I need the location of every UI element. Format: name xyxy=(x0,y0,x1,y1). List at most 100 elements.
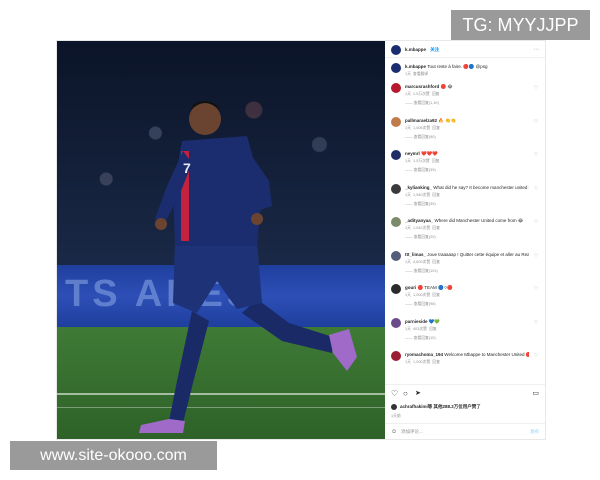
action-bar: ♡ ○ ➤ ▭ xyxy=(391,389,539,399)
divider xyxy=(385,384,545,385)
reply-link[interactable]: 回复 xyxy=(432,226,440,230)
comment-text: Welcome Mbappe to Manchester United 🔴 #N… xyxy=(444,352,529,357)
translate-link[interactable]: 查看翻译 xyxy=(413,72,428,76)
post-time: 1天前 xyxy=(391,414,401,418)
comment-item: gouri 🔴 TEAM 🔵⚪🔴 ♡ 1天 1,000次赞 回复 —— 查看回复(98… xyxy=(391,284,539,314)
reply-link[interactable]: 回复 xyxy=(432,293,440,297)
follow-button[interactable]: 关注 xyxy=(430,47,439,52)
comment-username[interactable]: _kylianking_ xyxy=(405,185,432,190)
comment-username[interactable]: neymrl xyxy=(405,151,420,156)
caption-username[interactable]: k.mbappe xyxy=(405,64,426,69)
comment-likes: 1,005次赞 xyxy=(413,125,431,130)
comment-username[interactable]: gouri xyxy=(405,285,416,290)
view-replies-link[interactable]: —— 查看回复(1,1K) xyxy=(405,101,439,106)
comment-like-icon[interactable]: ♡ xyxy=(533,119,539,125)
comment-text: Joue traaaaap ! Quitter cette équipe et … xyxy=(427,251,529,257)
comment-text: What did he say? It become manchester un… xyxy=(433,184,529,190)
jersey-number: 7 xyxy=(183,160,191,176)
comment-like-icon[interactable]: ♡ xyxy=(533,253,539,259)
view-replies-link[interactable]: —— 查看回复(90) xyxy=(405,135,436,140)
liked-by-text[interactable]: achrafhakimi等 其他288.2万位用户赞了 xyxy=(400,404,529,410)
comment-like-icon[interactable]: ♡ xyxy=(533,353,539,359)
comments-panel: k.mbappe 关注 ⋯ k.mbappe Tout reste à fair… xyxy=(385,41,545,439)
avatar[interactable] xyxy=(391,116,401,127)
comment-username[interactable]: _adityanyaa_ xyxy=(405,218,433,223)
avatar[interactable] xyxy=(391,317,401,328)
avatar[interactable] xyxy=(391,45,401,55)
avatar[interactable] xyxy=(391,217,401,227)
comment-like-icon[interactable]: ♡ xyxy=(533,286,539,292)
post-photo[interactable]: TS ARES 7 xyxy=(57,41,385,439)
comment-like-icon[interactable]: ♡ xyxy=(533,320,539,326)
more-options-icon[interactable]: ⋯ xyxy=(533,47,539,53)
reply-link[interactable]: 回复 xyxy=(432,159,440,163)
comment-username[interactable]: marcusrashford xyxy=(405,84,439,89)
comment-item: _kylianking_ What did he say? It become … xyxy=(391,183,539,214)
caption-time: 1天 xyxy=(405,72,411,76)
avatar[interactable] xyxy=(391,284,401,294)
likes-summary: achrafhakimi等 其他288.2万位用户赞了 xyxy=(391,404,539,412)
avatar[interactable] xyxy=(391,63,401,73)
avatar xyxy=(391,404,397,410)
view-replies-link[interactable]: —— 查看回复(20) xyxy=(405,235,436,240)
reply-link[interactable]: 回复 xyxy=(432,360,440,364)
comment-bubble-icon[interactable]: ○ xyxy=(403,389,408,399)
comment-time: 1天 xyxy=(405,159,411,163)
comment-username[interactable]: ttt_limas_ xyxy=(405,252,426,257)
comment-username[interactable]: parnieside xyxy=(405,319,428,324)
avatar[interactable] xyxy=(391,351,401,361)
comment-text: 🔴 😂 xyxy=(440,84,453,89)
view-replies-link[interactable]: —— 查看回复(101) xyxy=(405,269,438,274)
comment-text: Where did Manchester United come from 😂 xyxy=(434,218,524,223)
player-figure: 7 xyxy=(139,101,357,433)
comment-like-icon[interactable]: ♡ xyxy=(533,219,539,225)
reply-link[interactable]: 回复 xyxy=(432,92,440,96)
post-comment-button[interactable]: 发布 xyxy=(530,428,539,436)
comment-likes: 4,602次赞 xyxy=(413,259,431,264)
comment-composer: ☺ 添加评论... 发布 xyxy=(391,428,539,436)
comment-like-icon[interactable]: ♡ xyxy=(533,85,539,91)
reply-link[interactable]: 回复 xyxy=(429,327,437,331)
like-heart-icon[interactable]: ♡ xyxy=(391,389,398,399)
comment-likes: 1.5万次赞 xyxy=(413,159,430,163)
comment-likes: 1,000次赞 xyxy=(413,360,431,364)
author-username[interactable]: k.mbappe xyxy=(405,47,426,52)
caption-text: Tout reste à faire. 🔴🔵 @psg xyxy=(427,64,488,69)
comment-time: 1天 xyxy=(405,125,411,130)
comment-like-icon[interactable]: ♡ xyxy=(533,152,539,158)
comment-time: 1天 xyxy=(405,92,411,96)
comment-username[interactable]: pallmaraelza92 xyxy=(405,118,437,123)
emoji-icon[interactable]: ☺ xyxy=(391,428,397,436)
caption: k.mbappe Tout reste à faire. 🔴🔵 @psg 1天 … xyxy=(391,63,539,81)
comment-time: 1天 xyxy=(405,326,411,331)
add-comment-input[interactable]: 添加评论... xyxy=(401,428,423,436)
reply-link[interactable]: 回复 xyxy=(432,260,440,264)
avatar[interactable] xyxy=(391,150,401,160)
bookmark-icon[interactable]: ▭ xyxy=(532,389,539,399)
comment-item: pallmaraelza92 🔥 👏👏 ♡ 1天 1,005次赞 回复 —— 查看回复… xyxy=(391,116,539,147)
avatar[interactable] xyxy=(391,250,401,261)
comment-likes: 1,540次赞 xyxy=(413,192,431,197)
comment-time: 1天 xyxy=(405,192,411,197)
comment-item: ttt_limas_ Joue traaaaap ! Quitter cette… xyxy=(391,250,539,281)
comment-likes: 1,000次赞 xyxy=(413,293,431,297)
share-send-icon[interactable]: ➤ xyxy=(415,389,421,399)
comment-likes: 1,042次赞 xyxy=(413,226,431,230)
comment-username[interactable]: ryomachoma_194 xyxy=(405,352,443,357)
comment-time: 1天 xyxy=(405,293,411,297)
avatar[interactable] xyxy=(391,83,401,93)
comment-time: 1天 xyxy=(405,226,411,230)
view-replies-link[interactable]: —— 查看回复(39) xyxy=(405,168,436,173)
comment-likes: 1.5万次赞 xyxy=(413,92,430,96)
comment-like-icon[interactable]: ♡ xyxy=(533,186,539,192)
comment-time: 1天 xyxy=(405,259,411,264)
comment-text: ❤️❤️❤️ xyxy=(421,151,438,156)
view-replies-link[interactable]: —— 查看回复(98) xyxy=(405,302,436,307)
view-replies-link[interactable]: —— 查看回复(39) xyxy=(405,202,436,207)
watermark-bottom: www.site-okooo.com xyxy=(10,441,217,470)
reply-link[interactable]: 回复 xyxy=(432,193,440,197)
avatar[interactable] xyxy=(391,183,401,194)
view-replies-link[interactable]: —— 查看回复(10) xyxy=(405,336,436,341)
reply-link[interactable]: 回复 xyxy=(432,126,440,130)
watermark-top: TG: MYYJJPP xyxy=(451,10,590,40)
